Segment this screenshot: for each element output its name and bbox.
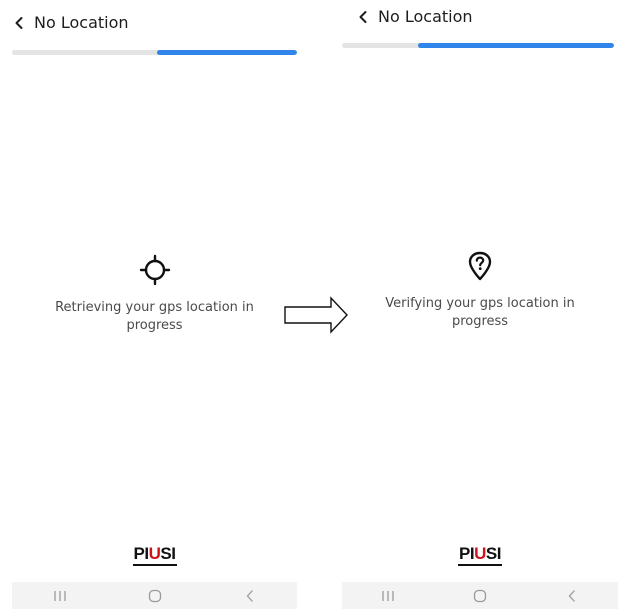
brand-underline xyxy=(132,564,177,566)
screen-retrieving: No Location Retrieving your gps location… xyxy=(12,0,297,609)
system-nav-bar xyxy=(12,582,297,609)
brand-suffix: SI xyxy=(160,544,176,563)
recents-icon xyxy=(53,590,66,601)
status-block: Retrieving your gps location in progress xyxy=(12,254,297,335)
brand-prefix: PI xyxy=(133,544,150,563)
status-text: Verifying your gps location in progress xyxy=(385,296,575,329)
status-block: Verifying your gps location in progress xyxy=(342,250,618,331)
home-icon xyxy=(473,589,487,602)
brand-underline xyxy=(458,564,502,566)
system-nav-bar xyxy=(342,582,618,609)
back-button[interactable]: No Location xyxy=(12,13,129,32)
progress-fill xyxy=(418,43,614,48)
progress-bar xyxy=(12,50,297,55)
location-question-icon xyxy=(468,251,492,281)
progress-fill xyxy=(157,50,297,55)
recents-icon xyxy=(382,590,394,601)
gps-crosshair-icon xyxy=(139,254,170,286)
back-icon xyxy=(246,589,253,602)
status-text: Retrieving your gps location in progress xyxy=(55,300,254,333)
nav-back-button[interactable] xyxy=(552,582,592,609)
recents-button[interactable] xyxy=(40,582,80,609)
home-button[interactable] xyxy=(460,582,500,609)
page-title: No Location xyxy=(34,13,129,32)
back-button[interactable]: No Location xyxy=(356,7,473,26)
progress-bar xyxy=(342,43,614,48)
brand-prefix: PI xyxy=(459,544,475,563)
brand-mid: U xyxy=(474,544,486,563)
page-title: No Location xyxy=(378,7,473,26)
chevron-left-icon xyxy=(15,16,23,29)
back-icon xyxy=(568,589,575,602)
home-button[interactable] xyxy=(135,582,175,609)
nav-back-button[interactable] xyxy=(230,582,270,609)
screen-verifying: No Location Verifying your gps location … xyxy=(342,0,618,609)
brand-suffix: SI xyxy=(485,544,502,563)
recents-button[interactable] xyxy=(368,582,408,609)
right-arrow-icon xyxy=(284,296,348,334)
piusi-logo: PI U SI xyxy=(132,544,177,566)
piusi-logo: PI U SI xyxy=(458,545,502,566)
chevron-left-icon xyxy=(359,10,367,23)
home-icon xyxy=(148,589,161,602)
brand-mid: U xyxy=(148,544,161,563)
